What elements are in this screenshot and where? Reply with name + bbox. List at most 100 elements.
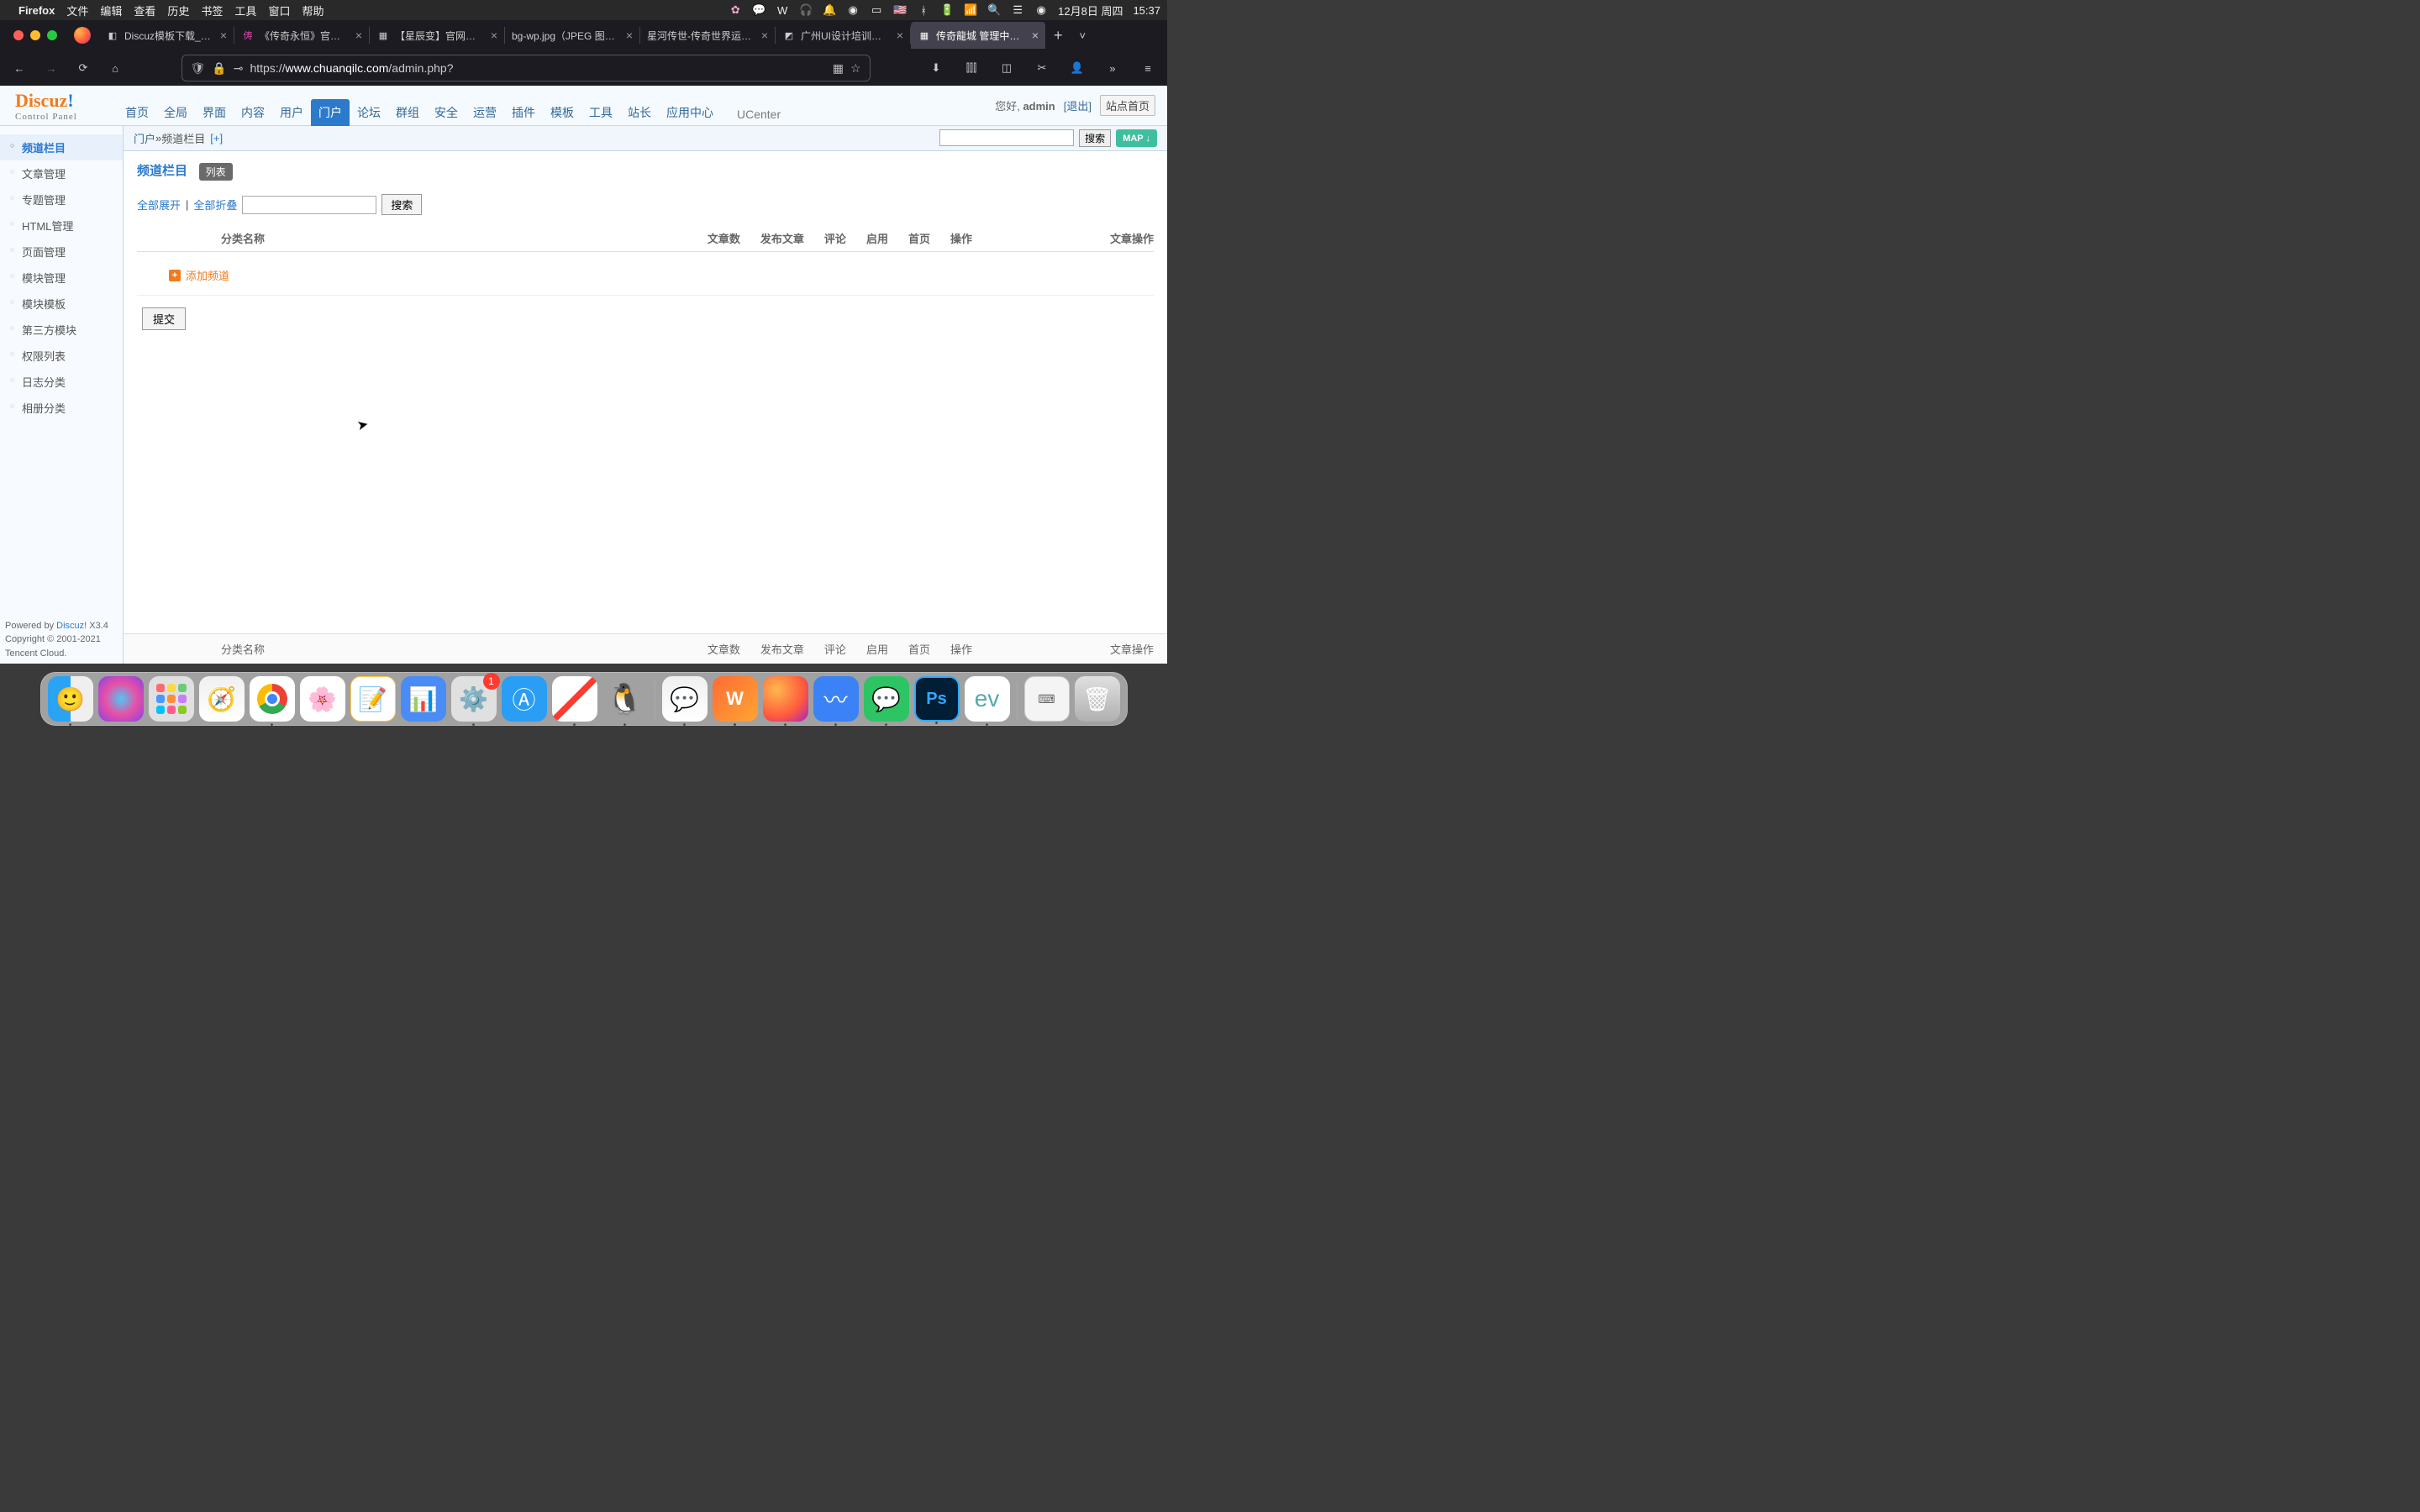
dock-appstore[interactable]: Ⓐ [502,676,547,722]
dock-chrome[interactable] [250,676,295,722]
lock-icon[interactable]: 🔒 [212,61,226,76]
sidebar-item-topic[interactable]: 专题管理 [0,186,123,213]
tab-list[interactable]: 列表 [199,163,233,181]
submit-button[interactable]: 提交 [142,307,186,330]
dock-notes[interactable]: 📝 [350,676,396,722]
sidebar-item-log[interactable]: 日志分类 [0,369,123,395]
dock-meeting[interactable]: 〰 [813,676,859,722]
tray-wifi-icon[interactable]: 📶 [964,3,977,17]
minimize-window-button[interactable] [30,30,40,40]
tray-control-center-icon[interactable]: ☰ [1011,3,1024,17]
nav-interface[interactable]: 界面 [195,99,234,126]
bookmark-star-icon[interactable]: ☆ [850,61,861,76]
dock-qq[interactable]: 🐧 [602,676,648,722]
nav-plugin[interactable]: 插件 [504,99,543,126]
address-bar[interactable]: 🛡 🔒 ⊸ https://www.chuanqilc.com/admin.ph… [182,55,871,81]
nav-forum[interactable]: 论坛 [350,99,388,126]
tray-display-icon[interactable]: ▭ [870,3,883,17]
nav-operation[interactable]: 运营 [466,99,504,126]
nav-home[interactable]: 首页 [118,99,156,126]
close-icon[interactable]: × [220,29,227,42]
tray-battery-icon[interactable]: 🔋 [940,3,954,17]
sidebar-item-page[interactable]: 页面管理 [0,239,123,265]
sidebar-item-permission[interactable]: 权限列表 [0,343,123,369]
nav-tools[interactable]: 工具 [581,99,620,126]
dock-trash[interactable]: 🗑 [1075,676,1120,722]
reload-button[interactable]: ⟳ [71,55,96,81]
menu-icon[interactable]: ≡ [1135,55,1160,81]
account-icon[interactable]: 👤 [1065,55,1090,81]
dock-device[interactable]: ⌨ [1024,676,1070,722]
filter-search-button[interactable]: 搜索 [381,194,422,215]
shield-icon[interactable]: 🛡 [191,61,206,76]
tray-headset-icon[interactable]: 🎧 [799,3,813,17]
dock-settings[interactable]: ⚙️1 [451,676,497,722]
menubar-date[interactable]: 12月8日 周四 [1058,3,1123,18]
breadcrumb-root[interactable]: 门户 [134,130,155,146]
menubar-app-name[interactable]: Firefox [18,4,55,17]
menu-help[interactable]: 帮助 [302,3,324,18]
dock-finder[interactable]: 🙂 [48,676,93,722]
menu-view[interactable]: 查看 [134,3,155,18]
qr-icon[interactable]: ▦ [833,61,844,76]
tab-2[interactable]: ▦【星辰变】官网——2D× [370,22,504,49]
expand-all-link[interactable]: 全部展开 [137,197,181,213]
nav-group[interactable]: 群组 [388,99,427,126]
sidebar-item-thirdparty[interactable]: 第三方模块 [0,317,123,343]
add-channel-link[interactable]: 添加频道 [186,267,229,283]
tabs-dropdown-button[interactable]: ˅ [1071,29,1095,42]
logout-link[interactable]: [退出] [1064,97,1092,113]
sidebar-item-album[interactable]: 相册分类 [0,395,123,421]
new-tab-button[interactable]: + [1045,27,1071,45]
nav-template[interactable]: 模板 [543,99,581,126]
site-home-button[interactable]: 站点首页 [1100,95,1155,116]
close-window-button[interactable] [13,30,24,40]
dock-messages[interactable]: 💬 [662,676,708,722]
back-button[interactable]: ← [7,55,32,81]
tray-circle-icon[interactable]: ◉ [846,3,860,17]
menu-tools[interactable]: 工具 [234,3,256,18]
sidebar-item-module-tpl[interactable]: 模块模板 [0,291,123,317]
tab-3[interactable]: bg-wp.jpg（JPEG 图像，× [505,22,639,49]
overflow-icon[interactable]: » [1100,55,1125,81]
tab-6-active[interactable]: ▦传奇龍城 管理中心 - P× [911,22,1045,49]
tray-bell-icon[interactable]: 🔔 [823,3,836,17]
close-icon[interactable]: × [626,29,633,42]
library-icon[interactable]: ⫿⫿⫿ [959,55,984,81]
dock-ev[interactable]: ev [965,676,1010,722]
dock-firefox[interactable] [763,676,808,722]
tab-0[interactable]: ◧Discuz模板下载_Disc…× [99,22,234,49]
permissions-icon[interactable]: ⊸ [234,61,244,76]
menu-file[interactable]: 文件 [66,3,88,18]
dock-launchpad[interactable] [149,676,194,722]
menu-bookmarks[interactable]: 书签 [201,3,223,18]
dock-wechat[interactable]: 💬 [864,676,909,722]
nav-appcenter[interactable]: 应用中心 [659,99,721,126]
sidebar-item-module[interactable]: 模块管理 [0,265,123,291]
menu-edit[interactable]: 编辑 [100,3,122,18]
tab-5[interactable]: ◩广州UI设计培训教育_× [776,22,910,49]
close-icon[interactable]: × [355,29,362,42]
filter-input[interactable] [242,196,376,214]
tab-1[interactable]: 俦《传奇永恒》官方网站× [234,22,369,49]
tab-4[interactable]: 星河传世-传奇世界运营商× [640,22,775,49]
sidebar-item-channel[interactable]: 频道栏目 [0,134,123,160]
collapse-all-link[interactable]: 全部折叠 [193,197,237,213]
close-icon[interactable]: × [761,29,768,42]
tray-flower-icon[interactable]: ✿ [729,3,742,17]
dock-keynote[interactable]: 📊 [401,676,446,722]
dock-parallels[interactable] [552,676,597,722]
menu-window[interactable]: 窗口 [268,3,290,18]
dock-wps[interactable]: W [713,676,758,722]
map-button[interactable]: MAP ↓ [1116,129,1157,147]
dock-photos[interactable]: 🌸 [300,676,345,722]
nav-content[interactable]: 内容 [234,99,272,126]
tray-flag-icon[interactable]: 🇺🇸 [893,3,907,17]
tray-bluetooth-icon[interactable]: ᚼ [917,3,930,17]
sidebar-item-html[interactable]: HTML管理 [0,213,123,239]
home-button[interactable]: ⌂ [103,55,128,81]
close-icon[interactable]: × [897,29,903,42]
screenshot-icon[interactable]: ✂ [1029,55,1055,81]
tray-wechat-icon[interactable]: 💬 [752,3,765,17]
menu-history[interactable]: 历史 [167,3,189,18]
